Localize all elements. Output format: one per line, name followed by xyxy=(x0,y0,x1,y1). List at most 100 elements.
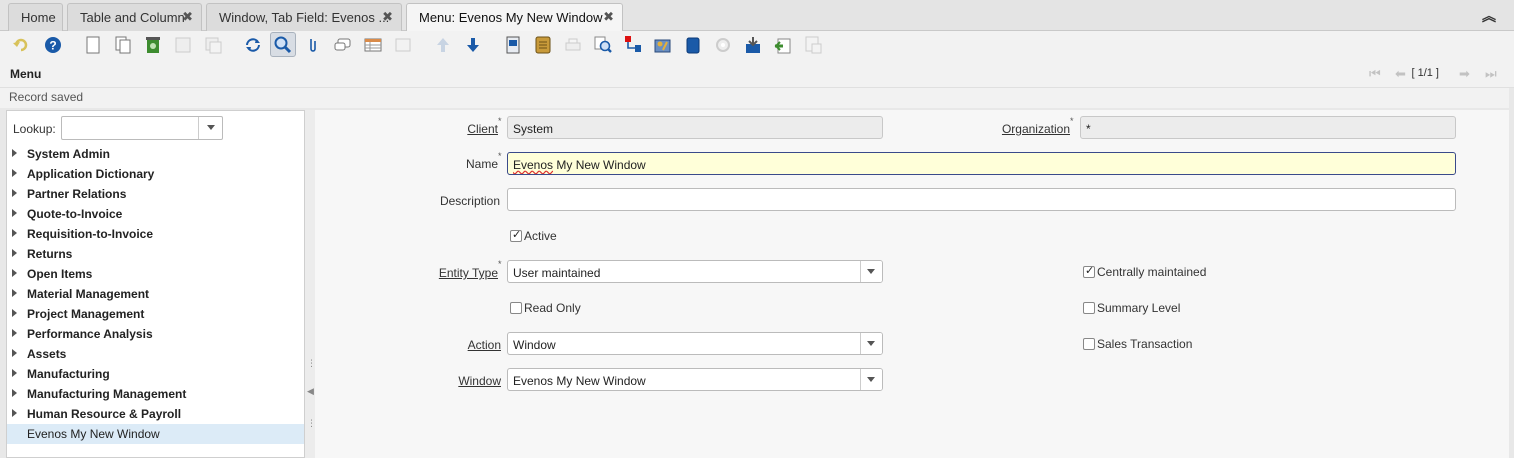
summary-level-checkbox[interactable] xyxy=(1083,302,1095,314)
entity-type-dropdown-button[interactable] xyxy=(860,261,882,282)
client-label[interactable]: Client xyxy=(467,122,498,136)
grid-toggle-icon[interactable] xyxy=(362,34,384,56)
requests-icon[interactable] xyxy=(652,34,674,56)
copy-record-icon[interactable] xyxy=(112,34,134,56)
previous-record-icon[interactable]: ⬅ xyxy=(1395,66,1406,82)
chevron-down-icon xyxy=(867,269,875,274)
expand-arrow-icon[interactable] xyxy=(12,169,17,177)
next-record-icon[interactable]: ➡ xyxy=(1459,66,1470,82)
window-label[interactable]: Window xyxy=(458,374,501,388)
chevron-down-icon xyxy=(867,341,875,346)
entity-type-label[interactable]: Entity Type xyxy=(439,266,498,280)
undo-icon[interactable] xyxy=(10,34,32,56)
import-icon[interactable] xyxy=(772,34,794,56)
tree-node-system-admin[interactable]: System Admin xyxy=(7,144,304,164)
page-title: Menu xyxy=(10,67,42,81)
name-value-misspelled: Evenos xyxy=(513,158,554,172)
lookup-input[interactable] xyxy=(61,116,223,140)
entity-type-select[interactable]: User maintained xyxy=(507,260,883,283)
last-record-icon[interactable]: ⏭ xyxy=(1485,66,1497,82)
tree-node-material-management[interactable]: Material Management xyxy=(7,284,304,304)
expand-arrow-icon[interactable] xyxy=(12,149,17,157)
archive-icon[interactable] xyxy=(532,34,554,56)
organization-label[interactable]: Organization xyxy=(1002,122,1070,136)
expand-arrow-icon[interactable] xyxy=(12,289,17,297)
tab-home[interactable]: Home xyxy=(8,3,63,31)
collapse-left-icon[interactable]: ◀ xyxy=(307,386,314,397)
window-header: Menu ⏮ ⬅ [ 1/1 ] ➡ ⏭ xyxy=(0,60,1514,88)
active-workflows-icon[interactable] xyxy=(622,34,644,56)
tree-node-project-management[interactable]: Project Management xyxy=(7,304,304,324)
expand-arrow-icon[interactable] xyxy=(12,209,17,217)
tree-node-application-dictionary[interactable]: Application Dictionary xyxy=(7,164,304,184)
tree-node-open-items[interactable]: Open Items xyxy=(7,264,304,284)
sales-transaction-checkbox[interactable] xyxy=(1083,338,1095,350)
window-dropdown-button[interactable] xyxy=(860,369,882,390)
close-icon[interactable]: ✖ xyxy=(603,9,614,25)
print-icon[interactable] xyxy=(562,34,584,56)
expand-arrow-icon[interactable] xyxy=(12,389,17,397)
collapse-icon[interactable]: ︽ xyxy=(1482,6,1496,26)
tab-table-and-column[interactable]: Table and Column ✖ xyxy=(67,3,202,31)
parent-record-icon[interactable] xyxy=(432,34,454,56)
tab-menu-evenos[interactable]: Menu: Evenos My New Window ✖ xyxy=(406,3,623,32)
new-record-icon[interactable] xyxy=(82,34,104,56)
action-label[interactable]: Action xyxy=(468,338,501,352)
action-select[interactable]: Window xyxy=(507,332,883,355)
read-only-checkbox[interactable] xyxy=(510,302,522,314)
name-input[interactable]: Evenos My New Window xyxy=(507,152,1456,175)
export-icon[interactable] xyxy=(742,34,764,56)
history-icon[interactable] xyxy=(392,34,414,56)
tree-node-evenos-my-new-window[interactable]: Evenos My New Window xyxy=(7,424,304,444)
status-bar: Record saved xyxy=(0,88,1514,108)
detail-record-icon[interactable] xyxy=(462,34,484,56)
chat-icon[interactable] xyxy=(332,34,354,56)
tree-node-manufacturing-management[interactable]: Manufacturing Management xyxy=(7,384,304,404)
tree-node-manufacturing[interactable]: Manufacturing xyxy=(7,364,304,384)
expand-arrow-icon[interactable] xyxy=(12,409,17,417)
tab-window-tab-field[interactable]: Window, Tab Field: Evenos ... ✖ xyxy=(206,3,402,31)
close-icon[interactable]: ✖ xyxy=(182,9,193,25)
report-icon[interactable] xyxy=(502,34,524,56)
tree-node-performance-analysis[interactable]: Performance Analysis xyxy=(7,324,304,344)
tree-node-assets[interactable]: Assets xyxy=(7,344,304,364)
expand-arrow-icon[interactable] xyxy=(12,329,17,337)
tree-node-requisition-to-invoice[interactable]: Requisition-to-Invoice xyxy=(7,224,304,244)
action-dropdown-button[interactable] xyxy=(860,333,882,354)
tree-node-partner-relations[interactable]: Partner Relations xyxy=(7,184,304,204)
attachment-icon[interactable] xyxy=(302,34,324,56)
expand-arrow-icon[interactable] xyxy=(12,369,17,377)
help-icon[interactable]: ? xyxy=(42,34,64,56)
delete-icon[interactable] xyxy=(142,34,164,56)
find-icon[interactable] xyxy=(270,32,296,57)
organization-field[interactable]: * xyxy=(1080,116,1456,139)
lookup-dropdown-button[interactable] xyxy=(198,117,222,139)
first-record-icon[interactable]: ⏮ xyxy=(1369,66,1381,82)
expand-arrow-icon[interactable] xyxy=(12,189,17,197)
zoom-across-icon[interactable] xyxy=(592,34,614,56)
expand-arrow-icon[interactable] xyxy=(12,229,17,237)
tree-node-quote-to-invoice[interactable]: Quote-to-Invoice xyxy=(7,204,304,224)
close-icon[interactable]: ✖ xyxy=(382,9,393,25)
description-input[interactable] xyxy=(507,188,1456,211)
right-edge-splitter[interactable] xyxy=(1509,88,1514,458)
expand-arrow-icon[interactable] xyxy=(12,269,17,277)
delete-selection-icon[interactable] xyxy=(172,34,194,56)
save-icon[interactable] xyxy=(202,34,224,56)
tree-node-human-resource-payroll[interactable]: Human Resource & Payroll xyxy=(7,404,304,424)
expand-arrow-icon[interactable] xyxy=(12,249,17,257)
window-select[interactable]: Evenos My New Window xyxy=(507,368,883,391)
tree-node-label: Quote-to-Invoice xyxy=(27,207,123,221)
customize-icon[interactable] xyxy=(712,34,734,56)
product-info-icon[interactable] xyxy=(682,34,704,56)
refresh-icon[interactable] xyxy=(242,34,264,56)
expand-arrow-icon[interactable] xyxy=(12,349,17,357)
centrally-maintained-checkbox[interactable] xyxy=(1083,264,1095,278)
post-icon[interactable] xyxy=(802,34,824,56)
tree-node-returns[interactable]: Returns xyxy=(7,244,304,264)
active-checkbox[interactable] xyxy=(510,228,522,242)
client-field[interactable]: System xyxy=(507,116,883,139)
tab-label: Home xyxy=(21,10,56,25)
expand-arrow-icon[interactable] xyxy=(12,309,17,317)
panel-splitter[interactable]: ⋮ ◀ ⋮ xyxy=(305,110,316,458)
